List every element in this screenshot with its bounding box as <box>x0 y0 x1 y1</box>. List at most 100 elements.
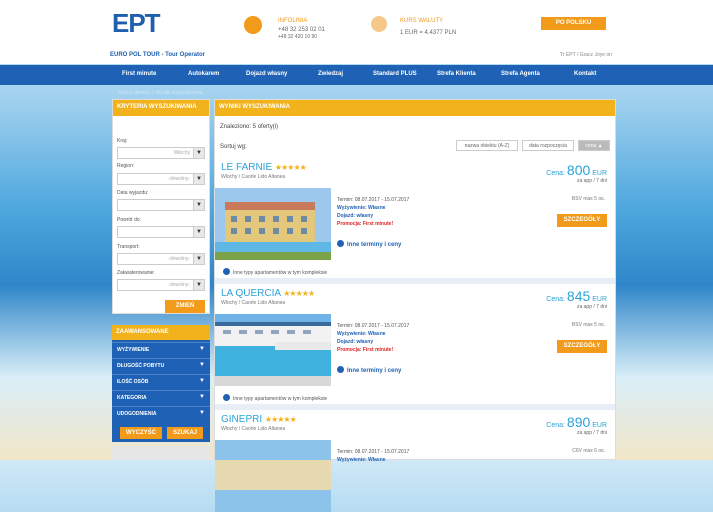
offer-period: za app / 7 dni <box>576 430 607 436</box>
chevron-down-icon: ▼ <box>193 280 204 290</box>
sort-by-name[interactable]: nazwa obiektu (A-Z) <box>456 140 518 151</box>
advanced-title: ZAAWANSOWANE <box>112 325 210 340</box>
change-button[interactable]: ZMIEŃ <box>165 300 205 313</box>
phone-icon <box>244 16 262 34</box>
rating-stars: ★★★★★ <box>264 415 297 424</box>
currency-value: 1 EUR = 4.4377 PLN <box>400 30 457 36</box>
phone-number-1: +48 32 253 02 01 <box>278 27 325 33</box>
offer-separator <box>215 404 615 410</box>
filter-dlugosc-pobytu[interactable]: DŁUGOŚĆ POBYTU ▼ <box>112 358 210 372</box>
main-nav: First minute Autokarem Dojazd własny Zwi… <box>0 65 713 85</box>
filter-udogodnienia[interactable]: UDOGODNIENIA ▼ <box>112 406 210 420</box>
phone-label: INFOLINIA <box>278 18 308 24</box>
results-title: WYNIKI WYSZUKIWANIA <box>215 100 615 116</box>
sort-by-price[interactable]: cena ▲ <box>578 140 610 151</box>
filter-wyzywienie[interactable]: WYŻYWIENIE ▼ <box>112 342 210 356</box>
chevron-down-icon: ▼ <box>199 362 205 368</box>
nav-autokarem[interactable]: Autokarem <box>188 71 219 77</box>
phone-number-2: +48 32 420 10 90 <box>278 34 318 40</box>
offer-photo[interactable] <box>215 188 331 260</box>
departure-label: Data wyjazdu: <box>117 190 149 196</box>
accommodation-label: Zakwaterowanie: <box>117 270 155 276</box>
offer-details: Termin: 08.07.2017 - 15.07.2017 Wyżywien… <box>337 323 410 353</box>
offer-photo[interactable] <box>215 314 331 386</box>
logo-subtitle: EURO POL TOUR - Tour Operator <box>110 52 206 58</box>
info-icon <box>337 366 344 373</box>
chevron-down-icon: ▼ <box>193 174 204 184</box>
plus-icon <box>223 394 230 401</box>
region-select[interactable]: -dowolny- ▼ <box>117 173 205 185</box>
ept-logo[interactable]: EPT <box>112 10 170 38</box>
nav-first-minute[interactable]: First minute <box>122 71 156 77</box>
chevron-down-icon: ▼ <box>199 378 205 384</box>
chevron-down-icon: ▼ <box>193 200 204 210</box>
criteria-title: KRYTERIA WYSZUKIWANIA <box>113 100 209 116</box>
offer-details: Termin: 08.07.2017 - 15.07.2017 Wyżywien… <box>337 449 410 463</box>
offer-name[interactable]: LA QUERCIA ★★★★★ <box>221 288 315 299</box>
rating-stars: ★★★★★ <box>283 289 315 298</box>
top-header: EPT EURO POL TOUR - Tour Operator INFOLI… <box>0 0 713 64</box>
info-icon <box>337 240 344 247</box>
offer-price: Cena: 890 EUR <box>546 414 607 430</box>
offer-location: Włochy / Caorle Lido Altanea <box>221 174 286 180</box>
filter-kategoria[interactable]: KATEGORIA ▼ <box>112 390 210 404</box>
clear-button[interactable]: WYCZYŚĆ <box>120 427 162 439</box>
sort-label: Sortuj wg: <box>220 144 247 150</box>
offer-separator <box>215 278 615 284</box>
offer-price: Cena: 800 EUR <box>546 162 607 178</box>
nav-strefa-agenta[interactable]: Strefa Agenta <box>501 71 540 77</box>
results-panel: WYNIKI WYSZUKIWANIA Znaleziono: 5 oferty… <box>214 99 616 512</box>
apartment-capacity: BSV max 5 os. <box>571 196 605 202</box>
filter-ilosc-osob[interactable]: ILOŚĆ OSÓB ▼ <box>112 374 210 388</box>
chevron-down-icon: ▼ <box>199 394 205 400</box>
return-label: Powrót do: <box>117 217 141 223</box>
country-select[interactable]: Włochy ▼ <box>117 147 205 159</box>
nav-strefa-klienta[interactable]: Strefa Klienta <box>437 71 476 77</box>
accommodation-select[interactable]: -dowolny- ▼ <box>117 279 205 291</box>
plus-icon <box>223 268 230 275</box>
chevron-down-icon: ▼ <box>193 148 204 158</box>
offer-details: Termin: 08.07.2017 - 15.07.2017 Wyżywien… <box>337 197 410 227</box>
sort-by-date[interactable]: data rozpoczęcia <box>522 140 574 151</box>
chevron-down-icon: ▼ <box>193 227 204 237</box>
offer-name[interactable]: GINEPRI ★★★★★ <box>221 414 297 425</box>
offer-location: Włochy / Caorle Lido Altanea <box>221 300 286 306</box>
offer-price: Cena: 845 EUR <box>546 288 607 304</box>
offer-location: Włochy / Caorle Lido Altanea <box>221 426 286 432</box>
search-criteria-panel: KRYTERIA WYSZUKIWANIA Kraj: Włochy ▼ Regi… <box>112 99 210 314</box>
offer-period: za app / 7 dni <box>576 304 607 310</box>
results-count: Znaleziono: 5 oferty(i) <box>220 124 279 130</box>
transport-label: Transport: <box>117 244 140 250</box>
chevron-down-icon: ▼ <box>199 410 205 416</box>
offer-name[interactable]: LE FARNIE ★★★★★ <box>221 162 307 173</box>
breadcrumb[interactable]: Strona główna > Wyniki wyszukiwania <box>118 90 202 96</box>
other-types-link[interactable]: Inne typy apartamentów w tym kompleksie <box>223 394 327 402</box>
currency-icon <box>371 16 387 32</box>
other-dates-link[interactable]: Inne terminy i ceny <box>337 366 401 374</box>
search-button[interactable]: SZUKAJ <box>167 427 203 439</box>
nav-zwiedzaj[interactable]: Zwiedzaj <box>318 71 343 77</box>
advanced-filters-panel: ZAAWANSOWANE WYŻYWIENIE ▼ DŁUGOŚĆ POBYTU ▼… <box>112 325 210 442</box>
details-button[interactable]: SZCZEGÓŁY <box>557 340 607 353</box>
sidebar-footer <box>112 446 210 460</box>
other-types-link[interactable]: Inne typy apartamentów w tym kompleksie <box>223 268 327 276</box>
region-label: Region: <box>117 163 135 169</box>
offer-photo[interactable] <box>215 440 331 512</box>
chevron-down-icon: ▼ <box>199 346 205 352</box>
currency-label: KURS WALUTY <box>400 18 444 24</box>
apartment-capacity: C6V max 6 os. <box>572 448 605 454</box>
language-button[interactable]: PO POLSKU <box>541 17 606 30</box>
return-date-input[interactable]: ▼ <box>117 226 205 238</box>
nav-standard-plus[interactable]: Standard PLUS <box>373 71 417 77</box>
country-label: Kraj: <box>117 138 128 144</box>
apartment-capacity: BSV max 5 os. <box>571 322 605 328</box>
nav-kontakt[interactable]: Kontakt <box>574 71 596 77</box>
rating-stars: ★★★★★ <box>274 163 307 172</box>
details-button[interactable]: SZCZEGÓŁY <box>557 214 607 227</box>
account-links[interactable]: Tr EPT / Gracz Joye on <box>560 52 612 58</box>
transport-select[interactable]: -dowolny- ▼ <box>117 253 205 265</box>
departure-date-input[interactable]: ▼ <box>117 199 205 211</box>
nav-dojazd-wlasny[interactable]: Dojazd własny <box>246 71 287 77</box>
other-dates-link[interactable]: Inne terminy i ceny <box>337 240 401 248</box>
chevron-down-icon: ▼ <box>193 254 204 264</box>
